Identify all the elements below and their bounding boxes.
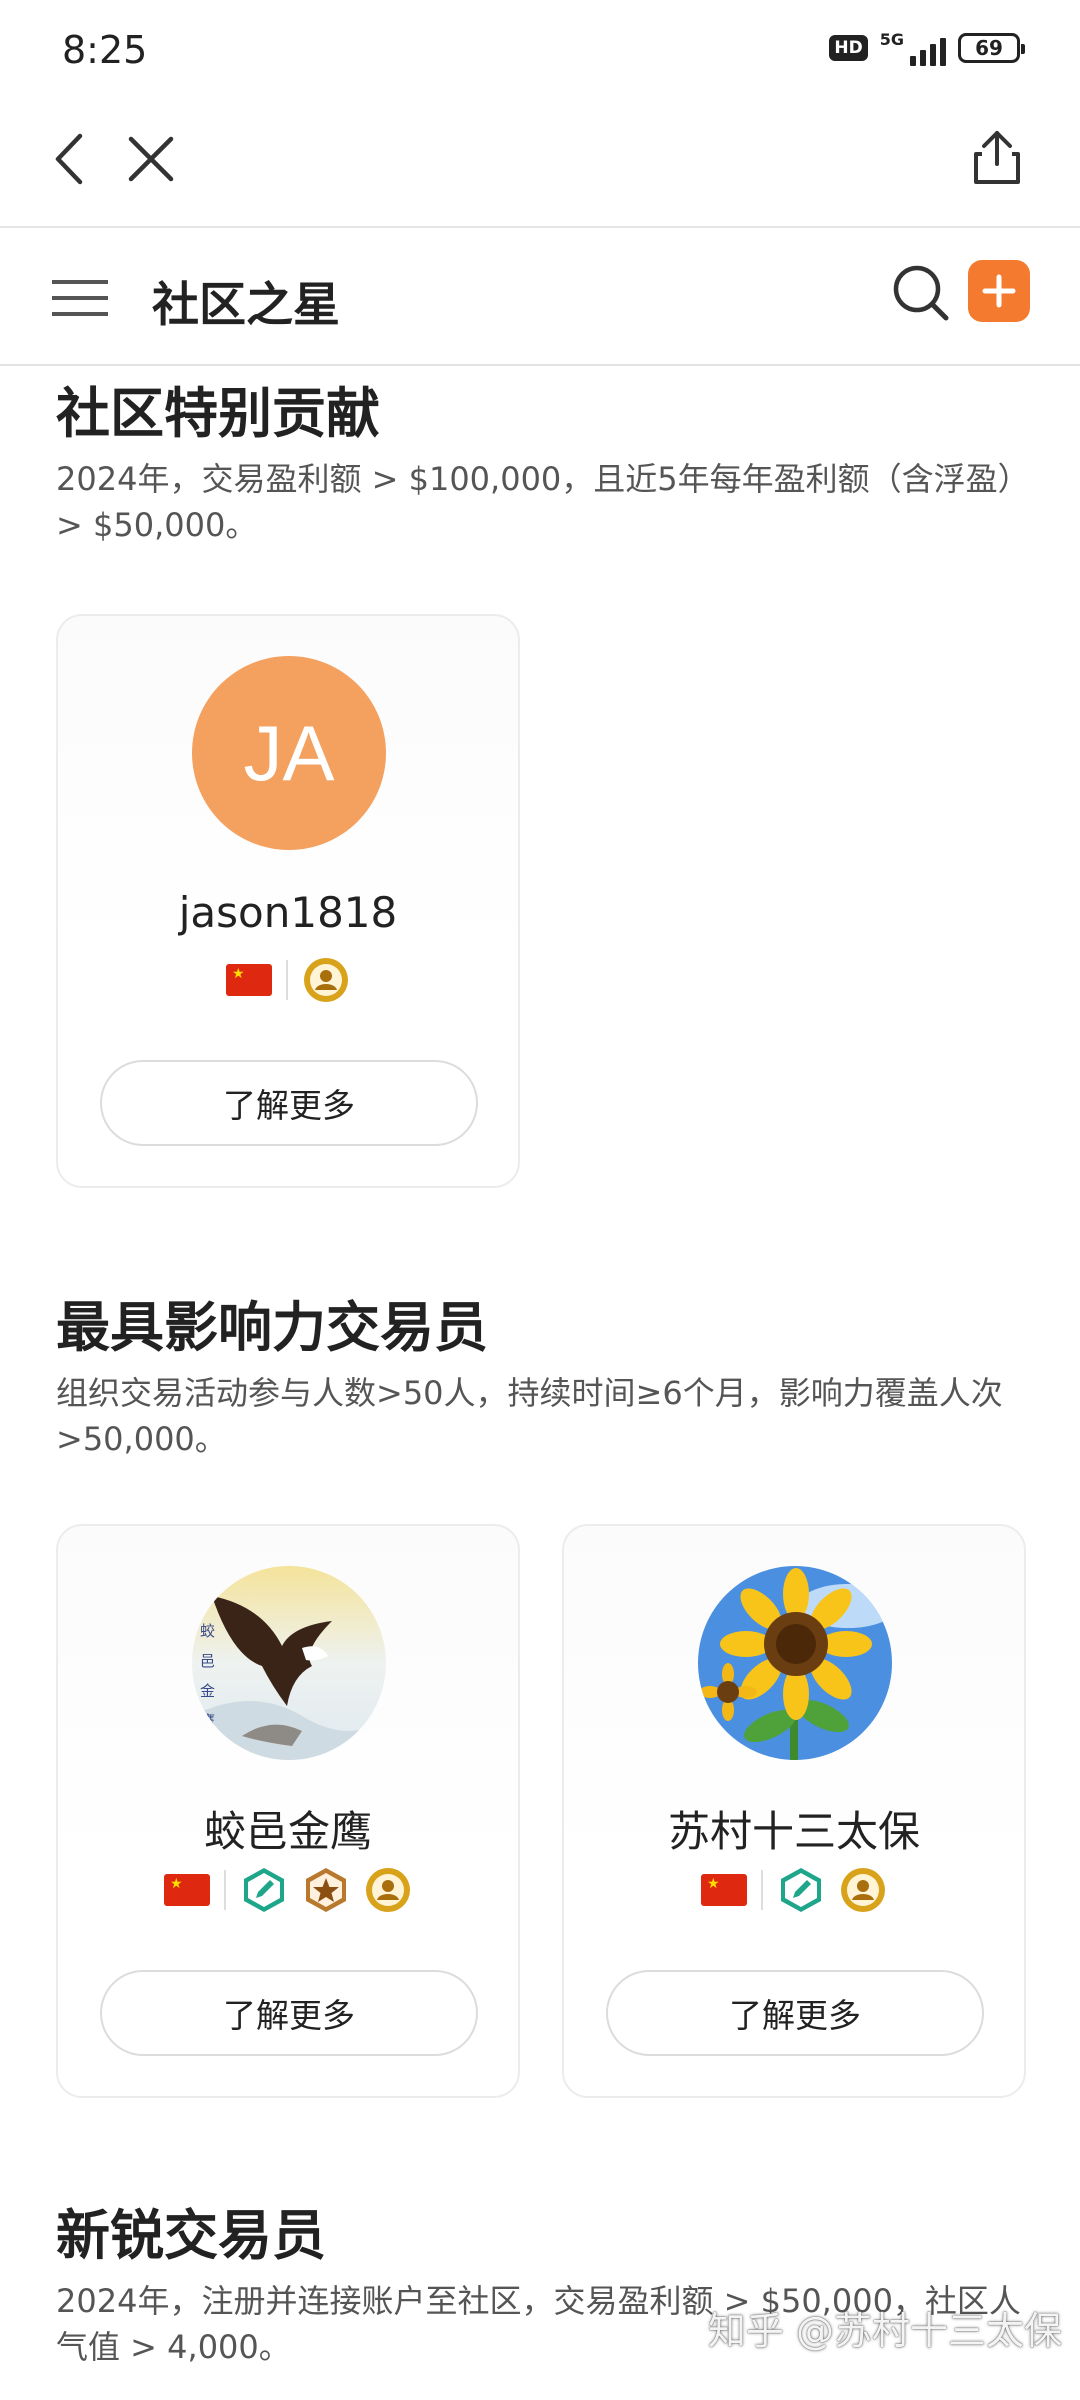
section-title: 新锐交易员 (56, 2204, 326, 2267)
page-title: 社区之星 (152, 278, 340, 333)
section-special-contribution: 社区特别贡献 2024年，交易盈利额 > $100,000，且近5年每年盈利额（… (56, 378, 1036, 548)
avatar-initials: JA (243, 708, 335, 797)
section-description: 2024年，交易盈利额 > $100,000，且近5年每年盈利额（含浮盈）> $… (56, 460, 1014, 544)
plus-icon (982, 274, 1016, 308)
sunflower-avatar (698, 1566, 892, 1760)
pencil-badge-icon (244, 1868, 284, 1912)
avatar[interactable] (698, 1566, 892, 1760)
network-type: 5G (879, 30, 904, 49)
username[interactable]: jason1818 (58, 888, 518, 937)
section-description: 组织交易活动参与人数>50人，持续时间≥6个月，影响力覆盖人次>50,000。 (56, 1374, 1003, 1458)
divider (761, 1870, 763, 1910)
svg-text:蛟: 蛟 (200, 1622, 215, 1640)
username[interactable]: 蛟邑金鹰 (58, 1798, 518, 1859)
eagle-avatar: 蛟 邑 金 鹰 (192, 1566, 386, 1760)
star-medal-icon (306, 1868, 346, 1912)
battery-icon: 69 (958, 33, 1025, 63)
status-icons: HD 5G 69 (829, 30, 1025, 66)
svg-text:鹰: 鹰 (200, 1712, 215, 1730)
badge-row: ★ (58, 956, 518, 1004)
search-icon[interactable] (888, 260, 954, 326)
battery-level: 69 (975, 36, 1003, 60)
china-flag-icon: ★ (164, 1874, 210, 1906)
divider (224, 1870, 226, 1910)
nav-bar (0, 100, 1080, 228)
page-header: 社区之星 (0, 230, 1080, 366)
pencil-badge-icon (781, 1868, 821, 1912)
hd-icon: HD (829, 35, 868, 61)
trader-card[interactable]: JA jason1818 ★ 了解更多 (56, 614, 520, 1188)
china-flag-icon: ★ (226, 964, 272, 996)
menu-icon[interactable] (50, 278, 110, 318)
signal-icon: 5G (880, 30, 946, 66)
section-most-influential: 最具影响力交易员 组织交易活动参与人数>50人，持续时间≥6个月，影响力覆盖人次… (56, 1292, 1036, 1462)
divider (286, 960, 288, 1000)
learn-more-button[interactable]: 了解更多 (606, 1970, 984, 2056)
user-medal-icon (304, 958, 348, 1002)
status-bar: 8:25 HD 5G 69 (0, 0, 1080, 100)
badge-row: ★ (58, 1866, 518, 1914)
svg-text:金: 金 (200, 1682, 215, 1700)
watermark: 知乎 @苏村十三太保 (707, 2309, 1062, 2353)
status-time: 8:25 (62, 28, 148, 72)
share-icon[interactable] (962, 122, 1032, 192)
user-medal-icon (841, 1868, 885, 1912)
add-button[interactable] (968, 260, 1030, 322)
username[interactable]: 苏村十三太保 (564, 1798, 1024, 1859)
section-title: 最具影响力交易员 (56, 1296, 488, 1359)
chevron-left-icon[interactable] (36, 124, 106, 194)
svg-text:邑: 邑 (200, 1652, 215, 1670)
section-title: 社区特别贡献 (56, 382, 380, 445)
china-flag-icon: ★ (701, 1874, 747, 1906)
trader-card[interactable]: 蛟 邑 金 鹰 蛟邑金鹰 ★ 了解更多 (56, 1524, 520, 2098)
learn-more-button[interactable]: 了解更多 (100, 1060, 478, 1146)
avatar[interactable]: JA (192, 656, 386, 850)
trader-card[interactable]: 苏村十三太保 ★ 了解更多 (562, 1524, 1026, 2098)
close-icon[interactable] (116, 124, 186, 194)
badge-row: ★ (564, 1866, 1024, 1914)
user-medal-icon (366, 1868, 410, 1912)
learn-more-button[interactable]: 了解更多 (100, 1970, 478, 2056)
avatar[interactable]: 蛟 邑 金 鹰 (192, 1566, 386, 1760)
